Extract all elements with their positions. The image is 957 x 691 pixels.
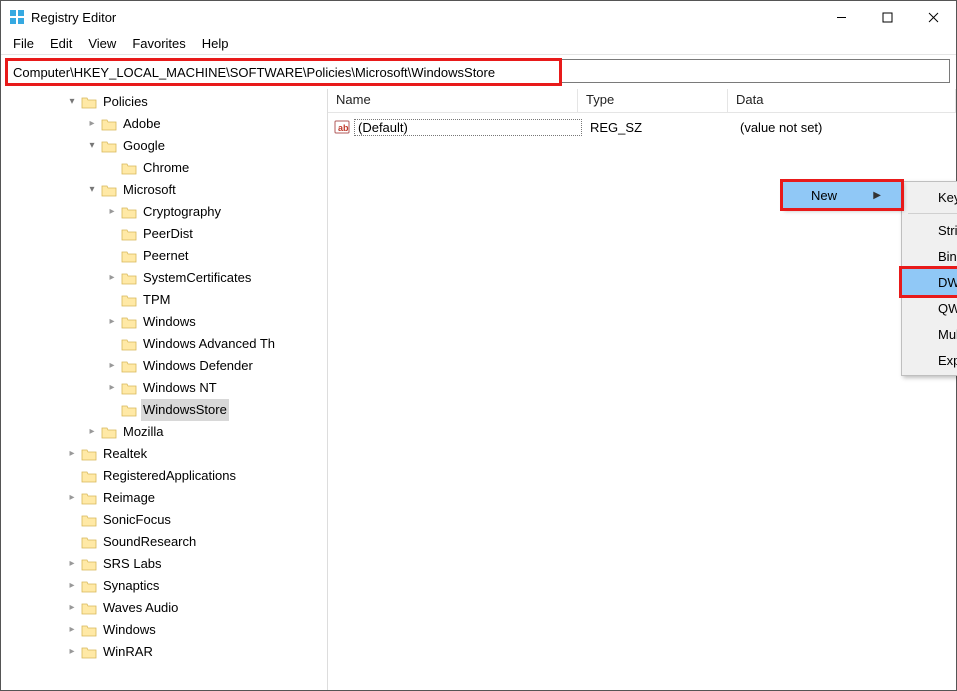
submenu-binary-value[interactable]: Binary Value (902, 243, 957, 269)
menu-file[interactable]: File (5, 34, 42, 53)
col-type[interactable]: Type (578, 89, 728, 112)
titlebar: Registry Editor (1, 1, 956, 33)
submenu-string-value[interactable]: String Value (902, 217, 957, 243)
context-submenu-new: Key String Value Binary Value DWORD (32-… (901, 181, 957, 376)
menu-view[interactable]: View (80, 34, 124, 53)
close-button[interactable] (910, 2, 956, 32)
maximize-button[interactable] (864, 2, 910, 32)
submenu-qword-value[interactable]: QWORD (64-bit) Value (902, 295, 957, 321)
menu-favorites[interactable]: Favorites (124, 34, 193, 53)
tree-node-sonicfocus[interactable]: SonicFocus (3, 509, 327, 531)
context-menu-new[interactable]: New ▶ (783, 182, 901, 208)
tree-node-synaptics[interactable]: Synaptics (3, 575, 327, 597)
svg-text:ab: ab (338, 123, 349, 133)
tree-node-windows-nt[interactable]: Windows NT (3, 377, 327, 399)
tree-node-windowsstore[interactable]: WindowsStore (3, 399, 327, 421)
regedit-icon (9, 9, 25, 25)
submenu-expandable-string-value[interactable]: Expandable String Value (902, 347, 957, 373)
col-data[interactable]: Data (728, 89, 956, 112)
tree-node-waves-audio[interactable]: Waves Audio (3, 597, 327, 619)
value-data: (value not set) (732, 120, 950, 135)
tree-node-soundresearch[interactable]: SoundResearch (3, 531, 327, 553)
window-title: Registry Editor (31, 10, 818, 25)
tree-node-windows-advanced-threat[interactable]: Windows Advanced Th (3, 333, 327, 355)
tree-node-windows[interactable]: Windows (3, 311, 327, 333)
context-menu-new-label: New (811, 188, 837, 203)
list-pane[interactable]: Name Type Data ab (Default) REG_SZ (valu… (328, 89, 956, 690)
tree-node-windows2[interactable]: Windows (3, 619, 327, 641)
addressbar-container (1, 55, 956, 89)
tree-node-reimage[interactable]: Reimage (3, 487, 327, 509)
tree-node-winrar[interactable]: WinRAR (3, 641, 327, 663)
tree-pane[interactable]: Policies Adobe Google Chrome Microsoft C… (1, 89, 328, 690)
tree-node-microsoft[interactable]: Microsoft (3, 179, 327, 201)
string-value-icon: ab (334, 119, 350, 135)
tree-node-tpm[interactable]: TPM (3, 289, 327, 311)
tree-node-chrome[interactable]: Chrome (3, 157, 327, 179)
tree-node-policies[interactable]: Policies (3, 91, 327, 113)
menubar: File Edit View Favorites Help (1, 33, 956, 55)
tree-node-cryptography[interactable]: Cryptography (3, 201, 327, 223)
context-menu: New ▶ (782, 181, 902, 209)
col-name[interactable]: Name (328, 89, 578, 112)
minimize-button[interactable] (818, 2, 864, 32)
list-header: Name Type Data (328, 89, 956, 113)
value-type: REG_SZ (582, 120, 732, 135)
menu-help[interactable]: Help (194, 34, 237, 53)
submenu-dword-value[interactable]: DWORD (32-bit) Value (902, 269, 957, 295)
tree-node-windows-defender[interactable]: Windows Defender (3, 355, 327, 377)
tree-node-registeredapplications[interactable]: RegisteredApplications (3, 465, 327, 487)
tree-node-google[interactable]: Google (3, 135, 327, 157)
submenu-key[interactable]: Key (902, 184, 957, 210)
value-name: (Default) (354, 119, 582, 136)
submenu-separator (908, 213, 957, 214)
tree-node-systemcertificates[interactable]: SystemCertificates (3, 267, 327, 289)
tree-node-peernet[interactable]: Peernet (3, 245, 327, 267)
address-input[interactable] (7, 60, 560, 84)
tree-node-adobe[interactable]: Adobe (3, 113, 327, 135)
tree-node-realtek[interactable]: Realtek (3, 443, 327, 465)
tree-node-peerdist[interactable]: PeerDist (3, 223, 327, 245)
tree-node-mozilla[interactable]: Mozilla (3, 421, 327, 443)
menu-edit[interactable]: Edit (42, 34, 80, 53)
tree-node-srs-labs[interactable]: SRS Labs (3, 553, 327, 575)
value-row-default[interactable]: ab (Default) REG_SZ (value not set) (334, 117, 950, 137)
submenu-arrow-icon: ▶ (873, 190, 881, 201)
submenu-multi-string-value[interactable]: Multi-String Value (902, 321, 957, 347)
